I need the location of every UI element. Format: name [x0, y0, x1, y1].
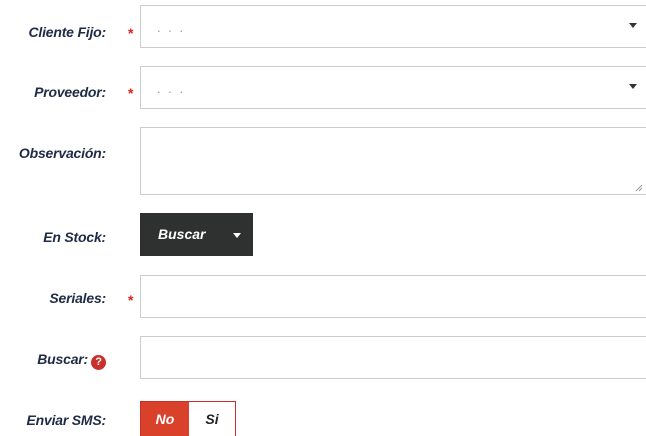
en-stock-label: En Stock: — [43, 229, 106, 245]
chevron-down-icon[interactable] — [629, 23, 637, 28]
buscar-label-wrapper: Buscar:? — [37, 351, 106, 370]
proveedor-label: Proveedor: — [34, 84, 106, 100]
enviar-sms-label: Enviar SMS: — [26, 412, 107, 428]
cliente-fijo-select[interactable]: . . . — [140, 5, 646, 48]
toggle-option-si[interactable]: Si — [189, 402, 235, 436]
seriales-input[interactable] — [140, 275, 646, 318]
cliente-fijo-selected-value: . . . — [157, 20, 186, 35]
observacion-label: Observación: — [18, 145, 106, 161]
cliente-fijo-label: Cliente Fijo: — [28, 24, 106, 40]
proveedor-required-mark: * — [128, 85, 134, 101]
resize-grip-icon[interactable] — [635, 184, 643, 192]
buscar-label: Buscar: — [37, 351, 88, 367]
proveedor-select[interactable]: . . . — [140, 66, 646, 109]
buscar-dropdown-button[interactable]: Buscar — [140, 213, 253, 256]
buscar-button-label: Buscar — [158, 226, 206, 242]
seriales-label: Seriales: — [49, 290, 106, 306]
toggle-option-no[interactable]: No — [141, 402, 189, 436]
observacion-textarea[interactable] — [140, 127, 646, 195]
seriales-required-mark: * — [128, 292, 134, 308]
question-circle-icon[interactable]: ? — [91, 355, 106, 370]
cliente-fijo-required-mark: * — [128, 25, 134, 41]
proveedor-selected-value: . . . — [157, 81, 186, 96]
chevron-down-icon[interactable] — [629, 84, 637, 89]
chevron-down-icon — [233, 233, 241, 238]
enviar-sms-toggle[interactable]: No Si — [140, 401, 236, 436]
buscar-input[interactable] — [140, 336, 646, 379]
